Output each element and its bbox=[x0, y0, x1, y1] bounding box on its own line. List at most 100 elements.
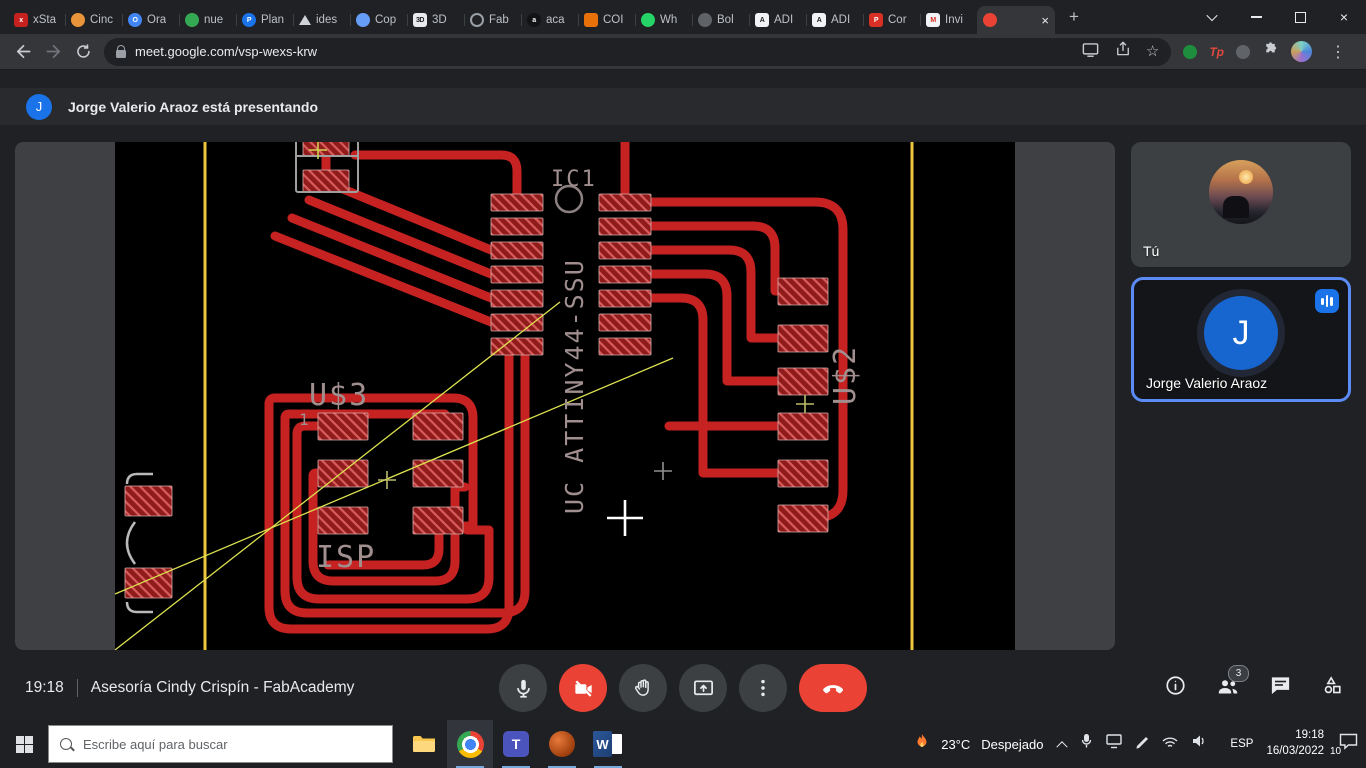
taskbar-clock[interactable]: 19:18 16/03/2022 bbox=[1266, 728, 1324, 759]
tab-label: aca bbox=[546, 14, 565, 26]
taskbar-apps: T W bbox=[401, 720, 631, 768]
extension-gray-icon[interactable] bbox=[1236, 45, 1250, 59]
meet-panels: 3 bbox=[1164, 656, 1344, 720]
tab-label: Cop bbox=[375, 14, 396, 26]
browser-tab[interactable]: OOra bbox=[122, 6, 179, 34]
browser-tab[interactable]: COI bbox=[578, 6, 635, 34]
pcb-pad bbox=[599, 290, 651, 307]
presenter-left-panel bbox=[15, 142, 115, 650]
tab-favicon bbox=[641, 13, 655, 27]
browser-tab[interactable]: ides bbox=[293, 6, 350, 34]
tab-label: Ora bbox=[147, 14, 166, 26]
tab-favicon bbox=[185, 13, 199, 27]
raise-hand-button[interactable] bbox=[619, 664, 667, 712]
lock-icon[interactable] bbox=[116, 50, 126, 58]
browser-tab[interactable]: PPlan bbox=[236, 6, 293, 34]
tab-label: ADI bbox=[831, 14, 850, 26]
pcb-pad bbox=[599, 314, 651, 331]
screen: xxStaCincOOranuePPlanides Cop 3D3D FabaacaC… bbox=[0, 0, 1366, 768]
file-explorer-icon[interactable] bbox=[401, 720, 447, 768]
browser-menu-icon[interactable]: ⋮ bbox=[1324, 42, 1352, 62]
pcb-pad bbox=[303, 170, 349, 192]
forward-icon[interactable] bbox=[38, 37, 68, 67]
tray-expand-chevron[interactable] bbox=[1057, 741, 1068, 752]
new-tab-button[interactable]: + bbox=[1061, 4, 1087, 30]
browser-tab[interactable]: MInvi bbox=[920, 6, 977, 34]
extension-tp-icon[interactable]: Tp bbox=[1209, 45, 1224, 59]
window-close-button[interactable]: × bbox=[1322, 0, 1366, 34]
tray-icons[interactable] bbox=[1081, 733, 1217, 756]
start-button[interactable] bbox=[0, 720, 48, 768]
bookmark-star-icon[interactable]: ☆ bbox=[1146, 44, 1159, 59]
monitor-tray-icon bbox=[1107, 735, 1121, 744]
share-icon[interactable] bbox=[1114, 40, 1132, 63]
taskbar-search[interactable] bbox=[48, 725, 393, 763]
meeting-details-icon[interactable] bbox=[1164, 674, 1187, 702]
language-indicator[interactable]: ESP bbox=[1228, 738, 1255, 750]
tab-close-icon[interactable]: × bbox=[1041, 14, 1049, 27]
extension-green-icon[interactable] bbox=[1183, 45, 1197, 59]
browser-tab[interactable]: Cinc bbox=[65, 6, 122, 34]
screenshare-pcb-view: IC1 UC ATTINY44-SSU U$3 1 ISP U$2 bbox=[15, 142, 1115, 650]
present-screen-button[interactable] bbox=[679, 664, 727, 712]
maximize-button[interactable] bbox=[1278, 0, 1322, 34]
chrome-taskbar-icon[interactable] bbox=[447, 720, 493, 768]
chat-icon[interactable] bbox=[1269, 674, 1292, 702]
wifi-tray-icon bbox=[1163, 738, 1177, 746]
browser-tab[interactable]: Cop bbox=[350, 6, 407, 34]
browser-tab[interactable]: Fab bbox=[464, 6, 521, 34]
system-tray: 23°C Despejado ESP 19:18 16/03/2022 bbox=[914, 728, 1366, 759]
participants-icon[interactable]: 3 bbox=[1216, 674, 1240, 703]
word-taskbar-icon[interactable]: W bbox=[585, 720, 631, 768]
tab-favicon bbox=[71, 13, 85, 27]
peer-video-tile[interactable]: J Jorge Valerio Araoz bbox=[1131, 277, 1351, 402]
presenting-banner: J Jorge Valerio Araoz está presentando bbox=[0, 88, 1366, 125]
pcb-pad bbox=[599, 194, 651, 211]
pcb-label-ic1: IC1 bbox=[551, 167, 597, 192]
activities-icon[interactable] bbox=[1321, 674, 1344, 702]
tab-favicon: M bbox=[926, 13, 940, 27]
browser-tab[interactable]: AADI bbox=[749, 6, 806, 34]
pcb-pad bbox=[599, 218, 651, 235]
pcb-pad bbox=[599, 242, 651, 259]
self-video-tile[interactable]: Tú bbox=[1131, 142, 1351, 267]
weather-condition[interactable]: Despejado bbox=[981, 737, 1043, 752]
pcb-label-chip: UC ATTINY44-SSU bbox=[560, 258, 589, 514]
orange-app-taskbar-icon[interactable] bbox=[539, 720, 585, 768]
search-input[interactable] bbox=[81, 736, 381, 753]
url-text: meet.google.com/vsp-wexs-krw bbox=[135, 44, 317, 59]
minimize-button[interactable] bbox=[1234, 0, 1278, 34]
reload-icon[interactable] bbox=[68, 37, 98, 67]
browser-tab[interactable]: 3D3D bbox=[407, 6, 464, 34]
tab-search-chevron-icon[interactable] bbox=[1190, 0, 1234, 34]
browser-tab-active[interactable]: × bbox=[977, 6, 1055, 34]
browser-tab[interactable]: Wh bbox=[635, 6, 692, 34]
profile-avatar[interactable] bbox=[1291, 41, 1312, 62]
browser-tab[interactable]: Bol bbox=[692, 6, 749, 34]
tab-label: Fab bbox=[489, 14, 509, 26]
extensions-puzzle-icon[interactable] bbox=[1262, 41, 1279, 63]
browser-tab[interactable]: AADI bbox=[806, 6, 863, 34]
back-icon[interactable] bbox=[8, 37, 38, 67]
browser-tab[interactable]: aaca bbox=[521, 6, 578, 34]
camera-off-button[interactable] bbox=[559, 664, 607, 712]
tab-label: Bol bbox=[717, 14, 734, 26]
pcb-pad bbox=[491, 290, 543, 307]
meeting-title: Asesoría Cindy Crispín - FabAcademy bbox=[91, 679, 355, 697]
pcb-pad bbox=[778, 460, 828, 487]
mic-button[interactable] bbox=[499, 664, 547, 712]
weather-icon[interactable] bbox=[914, 733, 930, 756]
tab-favicon bbox=[698, 13, 712, 27]
action-center-icon[interactable]: 10 bbox=[1339, 733, 1358, 755]
browser-tab[interactable]: xxSta bbox=[8, 6, 65, 34]
browser-tabs: xxStaCincOOranuePPlanides Cop 3D3D FabaacaC… bbox=[0, 0, 1055, 34]
hang-up-button[interactable] bbox=[799, 664, 867, 712]
weather-temp[interactable]: 23°C bbox=[941, 737, 970, 752]
pcb-pad bbox=[599, 266, 651, 283]
address-bar[interactable]: meet.google.com/vsp-wexs-krw ☆ bbox=[104, 38, 1171, 66]
tab-sharing-icon[interactable] bbox=[1081, 40, 1100, 64]
browser-tab[interactable]: PCor bbox=[863, 6, 920, 34]
teams-taskbar-icon[interactable]: T bbox=[493, 720, 539, 768]
browser-tab[interactable]: nue bbox=[179, 6, 236, 34]
more-options-button[interactable] bbox=[739, 664, 787, 712]
